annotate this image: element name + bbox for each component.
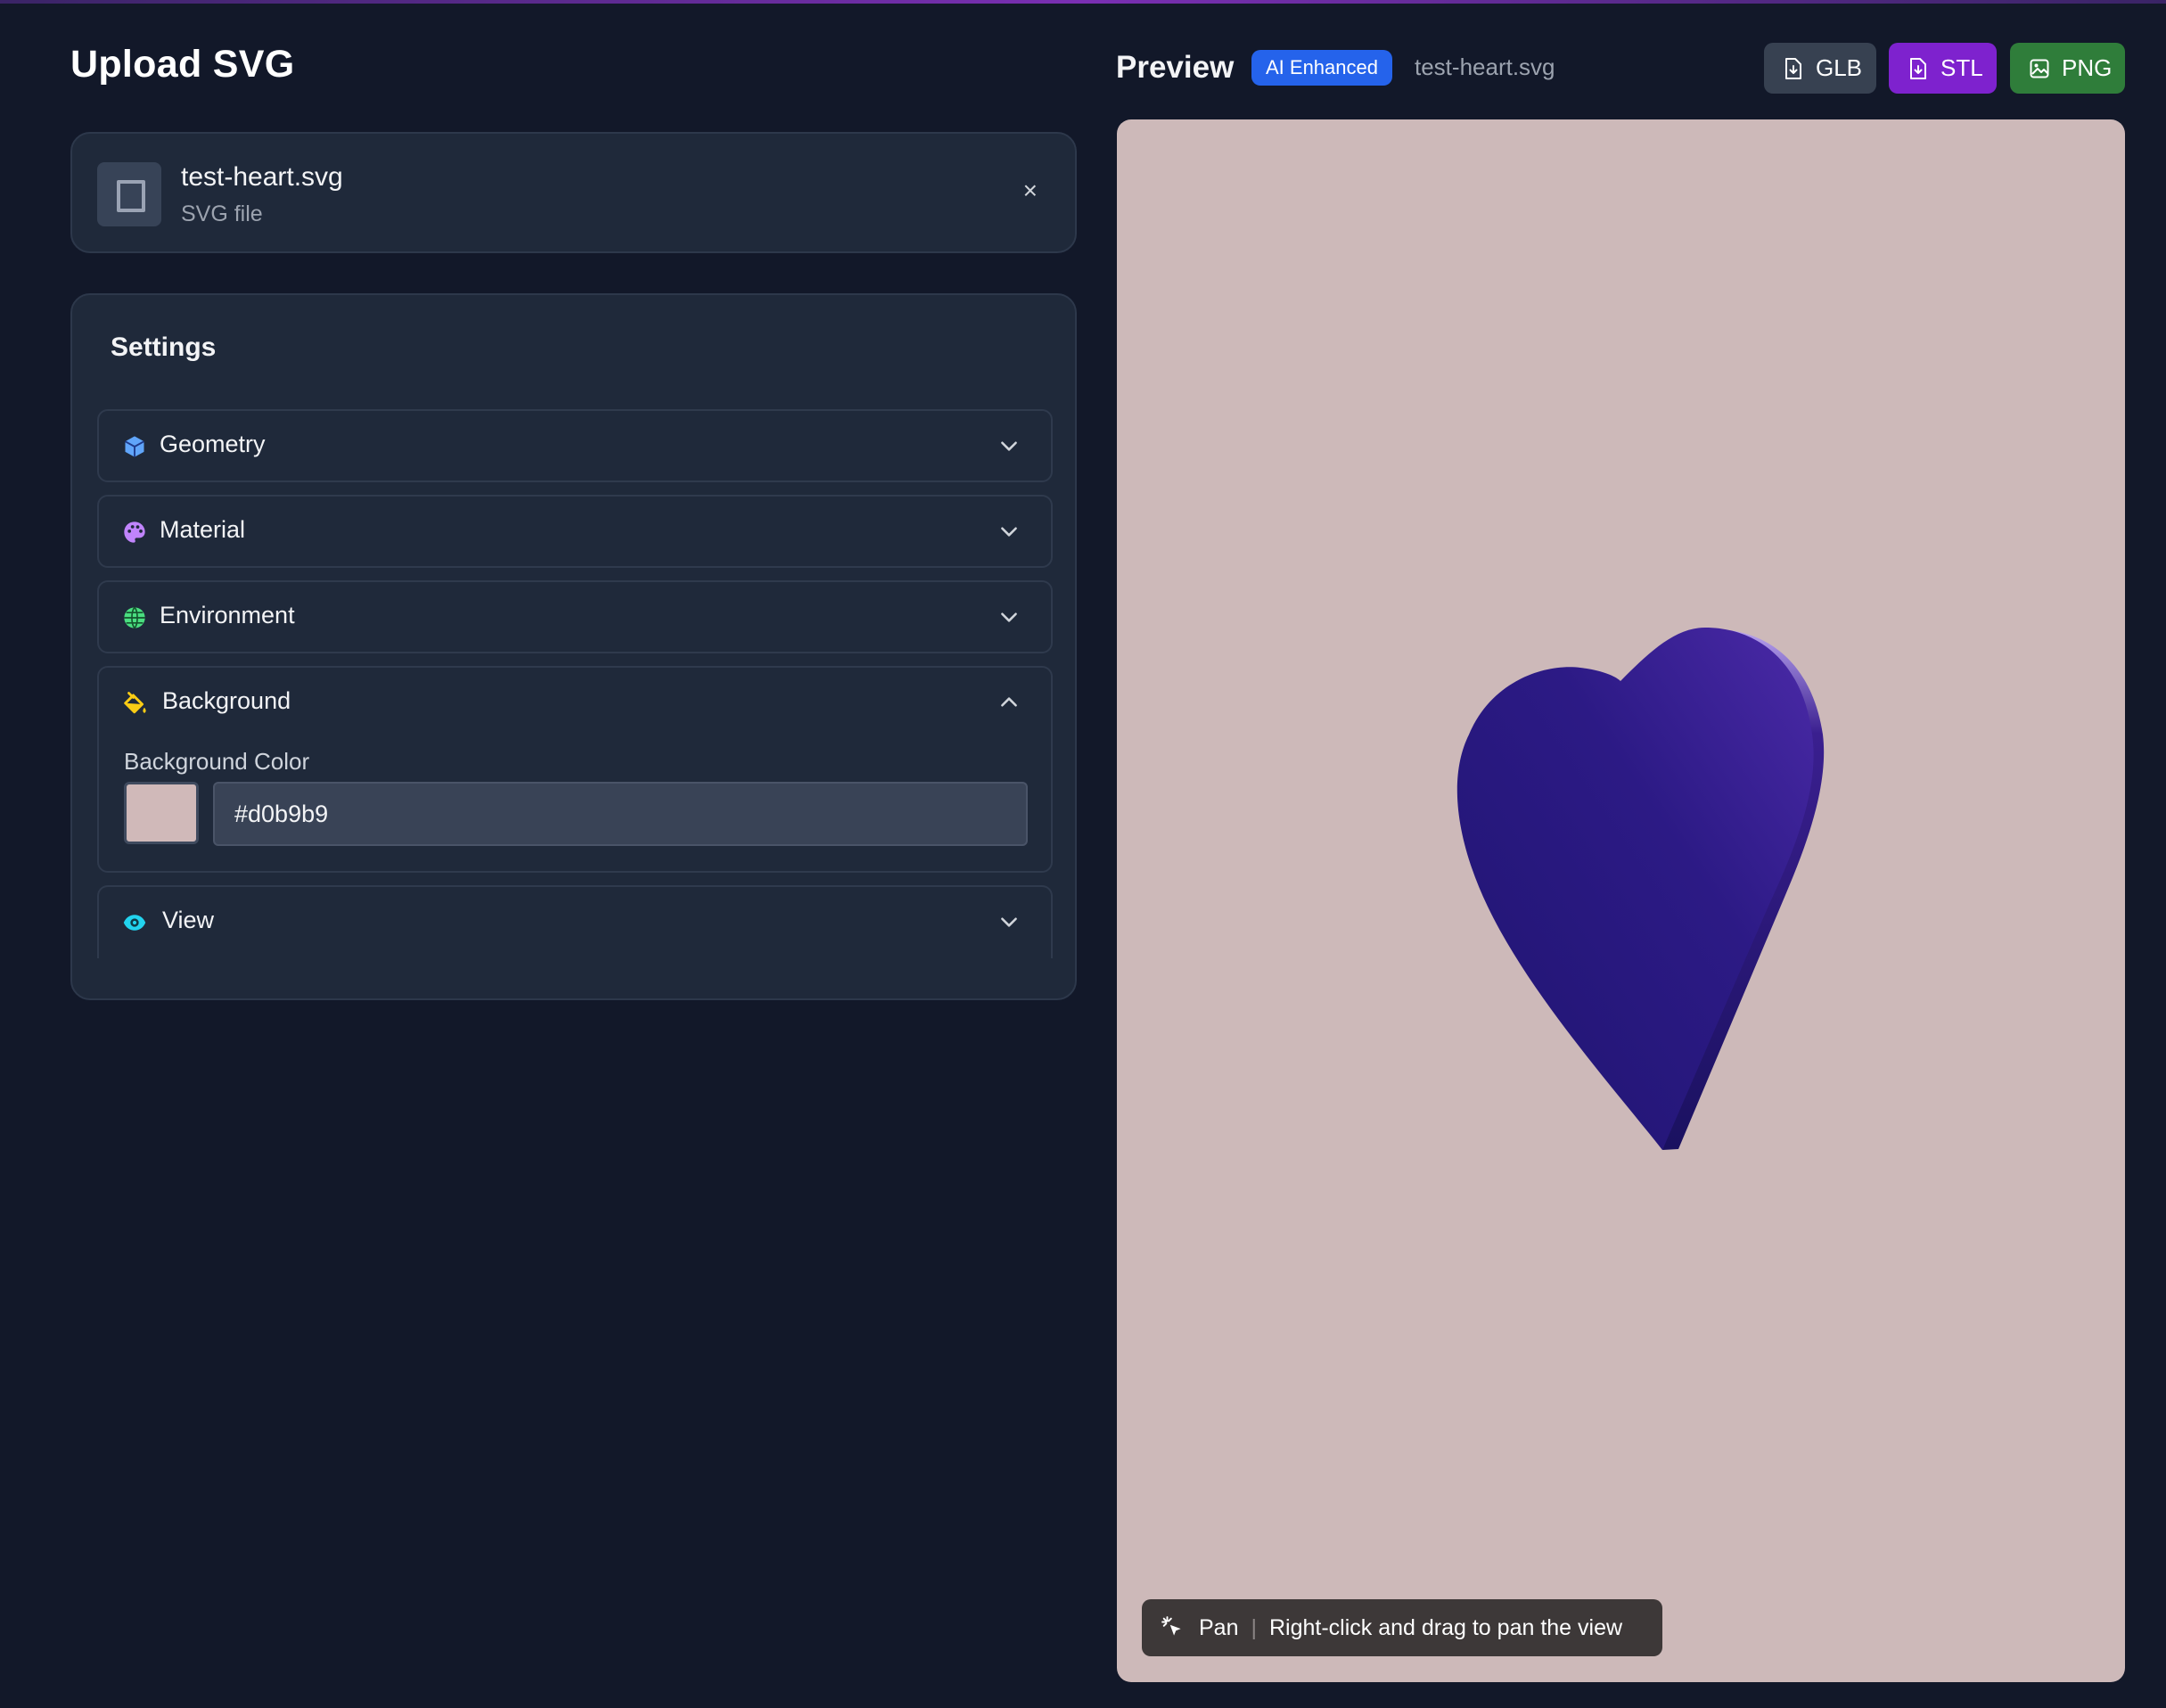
globe-icon: [124, 606, 145, 629]
section-view-label: View: [162, 907, 215, 933]
export-png-button[interactable]: PNG: [2010, 43, 2125, 94]
file-download-icon: [1785, 58, 1801, 79]
export-glb-label: GLB: [1816, 54, 1863, 81]
chevron-down-icon: [1001, 917, 1017, 927]
section-material-label: Material: [160, 516, 246, 543]
section-geometry-label: Geometry: [160, 431, 266, 457]
file-card: test-heart.svg SVG file ×: [70, 132, 1077, 253]
settings-title: Settings: [111, 333, 217, 362]
upload-title: Upload SVG: [70, 43, 295, 86]
section-background-label: Background: [162, 687, 291, 714]
hint-text: Right-click and drag to pan the view: [1268, 1615, 1623, 1640]
hint-separator: |: [1251, 1615, 1257, 1640]
export-stl-label: STL: [1940, 54, 1983, 81]
section-environment-header[interactable]: Environment: [99, 582, 1051, 652]
section-environment: Environment: [97, 580, 1053, 653]
file-download-icon: [1910, 58, 1926, 79]
section-material: Material: [97, 495, 1053, 568]
chevron-down-icon: [1001, 527, 1017, 537]
chevron-down-icon: [1001, 612, 1017, 622]
export-glb-button[interactable]: GLB: [1764, 43, 1876, 94]
background-color-label: Background Color: [124, 748, 310, 775]
eye-icon: [123, 915, 146, 931]
section-environment-label: Environment: [160, 602, 295, 628]
paint-bucket-icon: [124, 692, 146, 714]
image-icon: [2030, 59, 2049, 78]
3d-viewport[interactable]: Pan | Right-click and drag to pan the vi…: [1117, 119, 2125, 1682]
heart-3d-model: [1456, 628, 1825, 1150]
preview-title: Preview: [1116, 50, 1235, 85]
remove-file-button[interactable]: ×: [1023, 177, 1038, 205]
top-accent-line: [0, 0, 2166, 4]
interaction-hint: Pan | Right-click and drag to pan the vi…: [1142, 1599, 1662, 1656]
section-view: View: [97, 885, 1053, 958]
palette-icon: [124, 521, 145, 543]
hint-mode: Pan: [1199, 1615, 1239, 1640]
export-png-label: PNG: [2062, 54, 2113, 81]
cube-icon: [125, 436, 144, 457]
file-type: SVG file: [181, 201, 263, 226]
section-view-header[interactable]: View: [99, 887, 1051, 957]
export-stl-button[interactable]: STL: [1889, 43, 1997, 94]
chevron-up-icon: [1001, 697, 1017, 707]
file-name: test-heart.svg: [181, 162, 343, 192]
cursor-click-icon: [1161, 1616, 1181, 1636]
section-background: Background Background Color: [97, 666, 1053, 873]
background-color-input[interactable]: [213, 782, 1028, 846]
section-material-header[interactable]: Material: [99, 497, 1051, 566]
section-background-header[interactable]: Background: [99, 668, 1051, 737]
chevron-down-icon: [1001, 441, 1017, 451]
file-icon: [97, 162, 161, 226]
background-color-swatch[interactable]: [124, 782, 199, 844]
section-geometry-header[interactable]: Geometry: [99, 411, 1051, 480]
section-geometry: Geometry: [97, 409, 1053, 482]
ai-enhanced-badge: AI Enhanced: [1251, 50, 1392, 86]
settings-panel: Settings Geometry Material Environment B…: [70, 293, 1077, 1000]
preview-file-name: test-heart.svg: [1415, 53, 1555, 80]
